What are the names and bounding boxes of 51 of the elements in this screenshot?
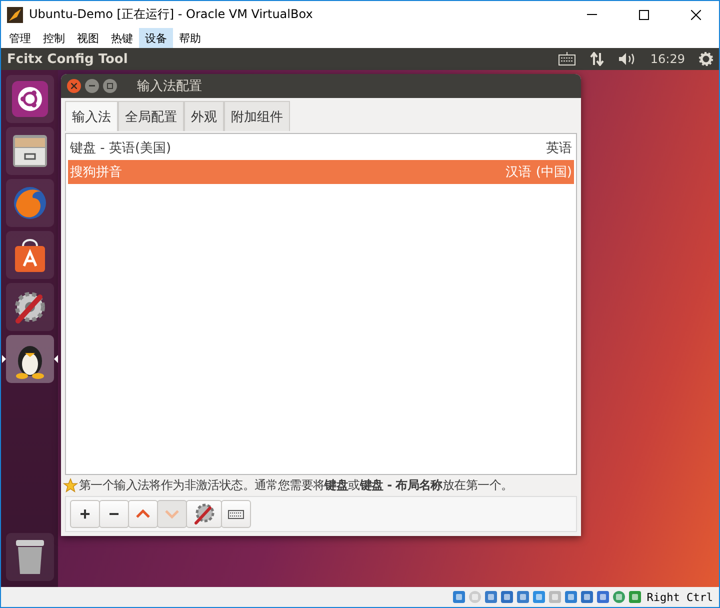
menu-item[interactable]: 热键 bbox=[105, 28, 139, 48]
clock[interactable]: 16:29 bbox=[650, 52, 685, 66]
menu-item[interactable]: 帮助 bbox=[173, 28, 207, 48]
gear-icon[interactable] bbox=[699, 52, 713, 66]
remove-button[interactable]: − bbox=[99, 500, 129, 528]
language-label: 英语 bbox=[546, 140, 572, 157]
launcher-item[interactable] bbox=[6, 283, 54, 331]
minimize-button[interactable] bbox=[85, 79, 99, 93]
virtualbox-logo-icon bbox=[7, 6, 23, 22]
speaker-icon[interactable] bbox=[618, 52, 636, 66]
close-icon bbox=[691, 10, 701, 20]
minimize-icon bbox=[89, 85, 95, 87]
keyboard-icon bbox=[228, 510, 244, 518]
transfer-arrows-icon[interactable] bbox=[590, 52, 604, 66]
maximize-icon bbox=[107, 83, 113, 89]
tab[interactable]: 附加组件 bbox=[224, 101, 290, 131]
menu-item[interactable]: 视图 bbox=[71, 28, 105, 48]
close-icon bbox=[71, 83, 77, 89]
down-chevron-icon bbox=[164, 509, 180, 519]
drawer-icon bbox=[10, 132, 48, 170]
list-row[interactable]: 键盘 - 英语(美国) 英语 bbox=[68, 136, 574, 160]
dialog-title: 输入法配置 bbox=[137, 78, 202, 95]
language-label: 汉语 (中国) bbox=[506, 164, 572, 181]
up-chevron-icon bbox=[135, 509, 151, 519]
ubuntu-logo-icon bbox=[12, 81, 48, 117]
move-up-button[interactable] bbox=[128, 500, 158, 528]
tab[interactable]: 全局配置 bbox=[118, 101, 184, 131]
keyboard-icon[interactable] bbox=[558, 52, 576, 66]
keyboard-layout-button[interactable] bbox=[221, 500, 251, 528]
launcher-item[interactable] bbox=[6, 231, 54, 279]
maximize-icon bbox=[639, 10, 649, 20]
window-title: Ubuntu-Demo [正在运行] - Oracle VM VirtualBox bbox=[29, 6, 314, 23]
configure-button[interactable] bbox=[186, 500, 222, 528]
tab[interactable]: 输入法 bbox=[65, 101, 118, 131]
minimize-icon bbox=[587, 14, 597, 15]
input-method-name: 搜狗拼音 bbox=[70, 164, 123, 181]
tab[interactable]: 外观 bbox=[184, 101, 224, 131]
input-method-name: 键盘 - 英语(美国) bbox=[70, 140, 172, 157]
trash-launcher-item[interactable] bbox=[6, 533, 54, 581]
hint-text: 第一个输入法将作为非激活状态。通常您需要将键盘或键盘 - 布局名称放在第一个。 bbox=[79, 477, 513, 494]
app-title: Fcitx Config Tool bbox=[7, 52, 129, 66]
add-button[interactable]: + bbox=[70, 500, 100, 528]
launcher-item[interactable] bbox=[6, 75, 54, 123]
trash-can-icon bbox=[14, 538, 46, 576]
star-icon bbox=[63, 478, 78, 493]
menu-item[interactable]: 设备 bbox=[139, 28, 173, 48]
host-key-label: Right Ctrl bbox=[646, 590, 713, 604]
menu-item[interactable]: 管理 bbox=[3, 28, 37, 48]
launcher-item[interactable] bbox=[6, 127, 54, 175]
menu-item[interactable]: 控制 bbox=[37, 28, 71, 48]
wrench-gear-icon bbox=[193, 503, 215, 525]
